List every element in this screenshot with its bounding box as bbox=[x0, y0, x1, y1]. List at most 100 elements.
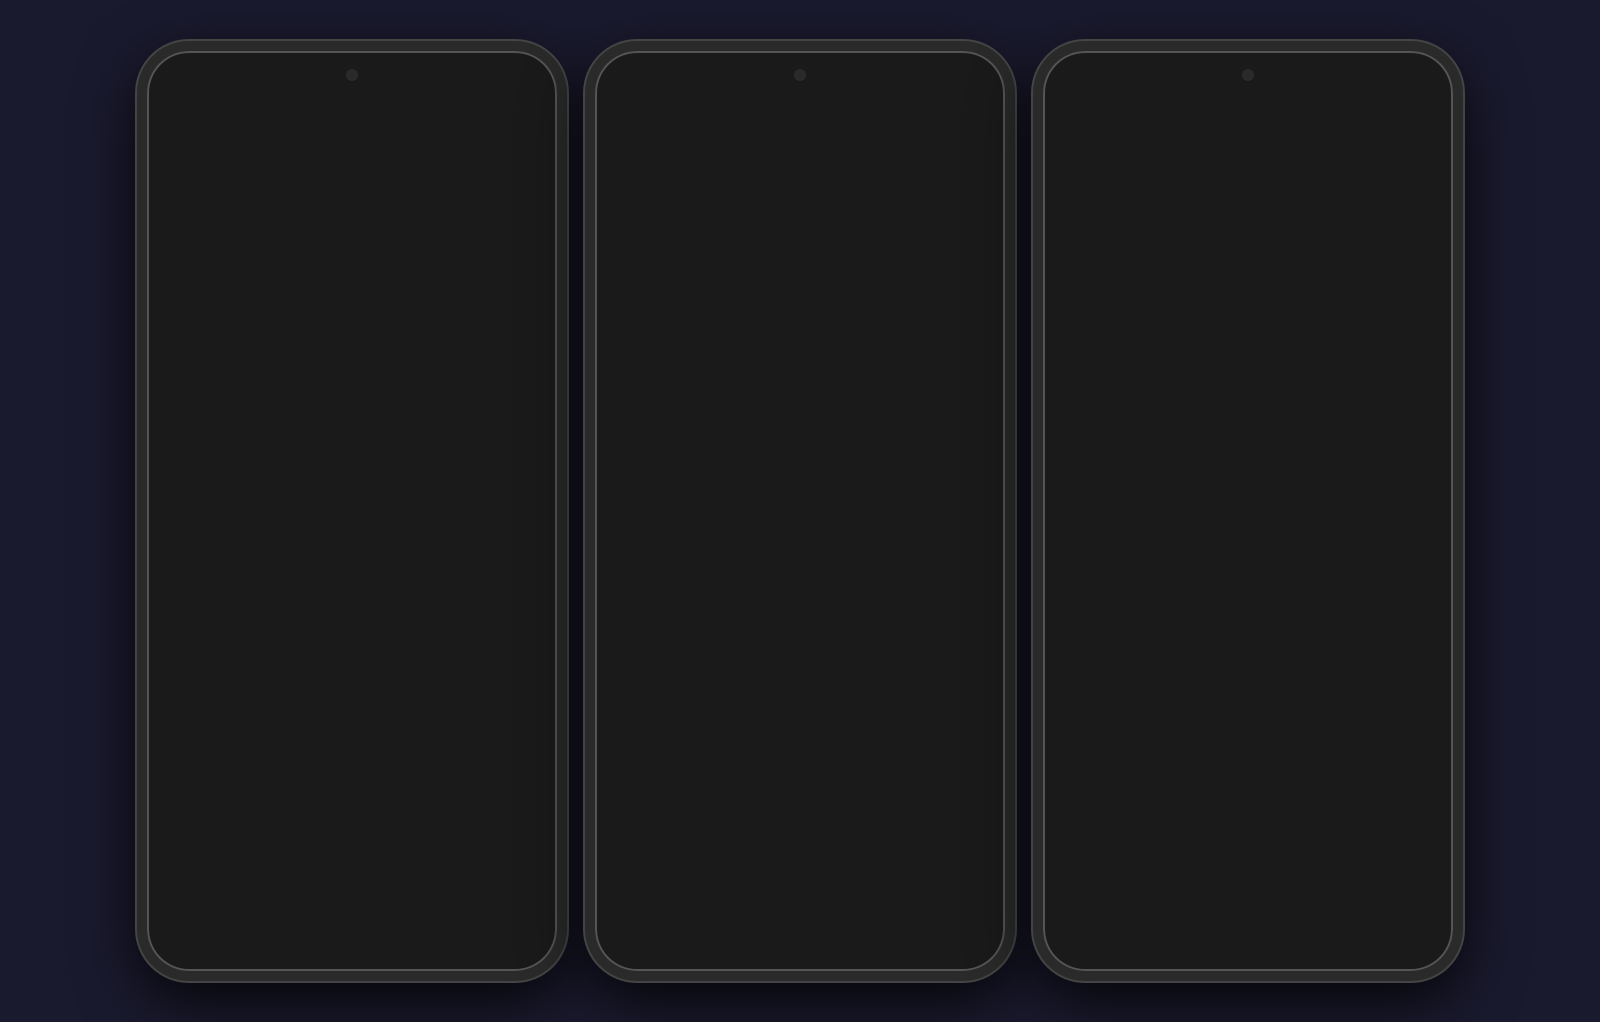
youtube-icon[interactable] bbox=[465, 553, 529, 617]
page-3-thumbnail[interactable] bbox=[1318, 133, 1443, 360]
page-1-thumbnail[interactable] bbox=[1053, 133, 1178, 360]
weather-icon[interactable] bbox=[465, 465, 529, 529]
music-widget-2[interactable]: − ♫ Music bbox=[913, 103, 993, 183]
messages-icon[interactable] bbox=[465, 289, 529, 353]
bottom-checkmark[interactable]: ✓ bbox=[1235, 688, 1261, 714]
settings-icon-2[interactable]: − ⚙ bbox=[845, 191, 909, 255]
fantastical-minus[interactable]: − bbox=[617, 459, 635, 477]
twitter-icon-2[interactable]: − bbox=[816, 465, 880, 529]
bbcsport-icon[interactable]: BBCSPORT bbox=[272, 553, 336, 617]
fitness-widget[interactable]: 129/440KCAL 2/30MIN 5/12HRS bbox=[159, 103, 281, 271]
slack-minus[interactable]: − bbox=[810, 371, 828, 389]
firefox-icon-2[interactable]: − bbox=[913, 377, 977, 441]
bbcsport-minus[interactable]: − bbox=[714, 547, 732, 565]
things-svg-2 bbox=[636, 390, 674, 428]
bbcnews-icon[interactable]: BBCNEWS bbox=[368, 553, 432, 617]
firefox-minus[interactable]: − bbox=[907, 371, 925, 389]
whatsapp-icon[interactable]: 1 bbox=[272, 377, 336, 441]
things-wrapper: 3 Things bbox=[163, 377, 251, 457]
fitness-ring-svg-2 bbox=[619, 132, 669, 182]
whatsapp-badge-2: 1 bbox=[770, 373, 788, 391]
settings-minus[interactable]: − bbox=[839, 185, 857, 203]
fantastical-icon-2[interactable]: − bbox=[623, 465, 687, 529]
music-widget[interactable]: ♫ Music bbox=[465, 103, 545, 183]
messages-icon-2[interactable]: − bbox=[913, 289, 977, 353]
slack-icon[interactable] bbox=[368, 377, 432, 441]
appleframes-icon[interactable] bbox=[175, 553, 239, 617]
whatsapp-icon-2[interactable]: − 1 bbox=[720, 377, 784, 441]
safari-dock-label: Safari bbox=[202, 936, 231, 948]
bbcnews-minus[interactable]: − bbox=[810, 547, 828, 565]
machash-wrapper-2: − # MacHash bbox=[708, 465, 796, 545]
pages-row-2 bbox=[1053, 450, 1443, 677]
gmail-minus[interactable]: − bbox=[810, 283, 828, 301]
mini-ring bbox=[1075, 648, 1095, 668]
phone-1-status-bar: 15:00 ▲ WiFi ▬ bbox=[147, 65, 557, 93]
gmail-icon-2[interactable]: − bbox=[816, 289, 880, 353]
safari-minus[interactable]: − bbox=[626, 862, 644, 880]
machash-minus[interactable]: − bbox=[714, 459, 732, 477]
appleframes-minus[interactable]: − bbox=[617, 547, 635, 565]
things-minus[interactable]: − bbox=[617, 371, 635, 389]
twitter-icon[interactable] bbox=[368, 465, 432, 529]
safari-dock-icon-2[interactable]: − bbox=[632, 868, 696, 932]
whatsapp-label-2: WhatsApp bbox=[726, 445, 777, 457]
twitter-minus[interactable]: − bbox=[810, 459, 828, 477]
whatsapp-minus[interactable]: − bbox=[714, 371, 732, 389]
gmail-icon[interactable] bbox=[368, 289, 432, 353]
alien-dock-minus[interactable]: − bbox=[898, 862, 916, 880]
things-icon-2[interactable]: − 3 bbox=[623, 377, 687, 441]
weather-minus[interactable]: − bbox=[907, 459, 925, 477]
mail-dock-minus[interactable]: − bbox=[717, 862, 735, 880]
alien-dock-icon[interactable] bbox=[456, 868, 520, 932]
appstore-icon-2[interactable]: − bbox=[623, 289, 687, 353]
things-icon[interactable]: 3 bbox=[175, 377, 239, 441]
messages-minus[interactable]: − bbox=[907, 283, 925, 301]
fantastical-icon[interactable]: 14 bbox=[175, 465, 239, 529]
fitness-stat-hrs-2: 5/12HRS bbox=[619, 224, 717, 242]
appleframes-icon-2[interactable]: − bbox=[623, 553, 687, 617]
settings-icon[interactable]: ⚙ bbox=[397, 191, 461, 255]
phone-dock-minus[interactable]: − bbox=[807, 862, 825, 880]
music-minus[interactable]: − bbox=[907, 97, 925, 115]
slack-icon-2[interactable]: − bbox=[816, 377, 880, 441]
safari-dock-icon[interactable] bbox=[184, 868, 248, 932]
machash-icon[interactable]: # bbox=[272, 465, 336, 529]
podcasts-minus[interactable]: − bbox=[743, 185, 761, 203]
page-6-thumbnail[interactable] bbox=[1318, 450, 1443, 677]
health-minus[interactable]: − bbox=[731, 97, 749, 115]
mail-dock-icon[interactable]: 16 bbox=[275, 868, 339, 932]
mail-dock-icon-2[interactable]: − 16 bbox=[723, 868, 787, 932]
page-1-check[interactable]: ✓ bbox=[1102, 366, 1128, 392]
settings-wrapper: ⚙ Settings bbox=[385, 191, 473, 271]
page-2-check[interactable]: ✓ bbox=[1235, 366, 1261, 392]
firefox-icon[interactable] bbox=[465, 377, 529, 441]
health-fitness-widget-2[interactable]: − ❤ 🏃 💧 🔥 Health & Fitness bbox=[737, 103, 905, 183]
phone-dock-icon-2[interactable]: − bbox=[813, 868, 877, 932]
youtube-minus[interactable]: − bbox=[907, 547, 925, 565]
photos-minus[interactable]: − bbox=[714, 283, 732, 301]
appstore-minus[interactable]: − bbox=[617, 283, 635, 301]
page-4-thumbnail[interactable] bbox=[1053, 450, 1178, 677]
phone-dock-icon[interactable] bbox=[365, 868, 429, 932]
fitness-widget-2[interactable]: − 129/440KCAL 2/30MIN 5/12HRS bbox=[607, 103, 729, 271]
weather-icon-2[interactable]: − bbox=[913, 465, 977, 529]
dot-6-2 bbox=[816, 849, 822, 855]
fitness-stat-min-2: 2/30MIN bbox=[619, 206, 717, 224]
appstore-icon[interactable] bbox=[175, 289, 239, 353]
youtube-icon-2[interactable]: − bbox=[913, 553, 977, 617]
machash-icon-2[interactable]: − # bbox=[720, 465, 784, 529]
fitness-minus[interactable]: − bbox=[601, 97, 619, 115]
done-button-phone3[interactable]: Done bbox=[1348, 75, 1419, 109]
bbcnews-icon-2[interactable]: − BBCNEWS bbox=[816, 553, 880, 617]
health-fitness-widget[interactable]: ❤ 🏃 💧 🔥 Health & Fitness bbox=[289, 103, 457, 183]
alien-dock-icon-2[interactable]: − bbox=[904, 868, 968, 932]
podcasts-icon-2[interactable]: − 🎙 bbox=[749, 191, 813, 255]
page-2-thumbnail[interactable] bbox=[1186, 133, 1311, 360]
podcasts-icon[interactable]: 🎙 bbox=[301, 191, 365, 255]
page-5-thumbnail[interactable] bbox=[1186, 450, 1311, 677]
bbcsport-icon-2[interactable]: − BBCSPORT bbox=[720, 553, 784, 617]
page-3-check[interactable]: ✓ bbox=[1368, 366, 1394, 392]
photos-icon[interactable] bbox=[272, 289, 336, 353]
photos-icon-2[interactable]: − bbox=[720, 289, 784, 353]
